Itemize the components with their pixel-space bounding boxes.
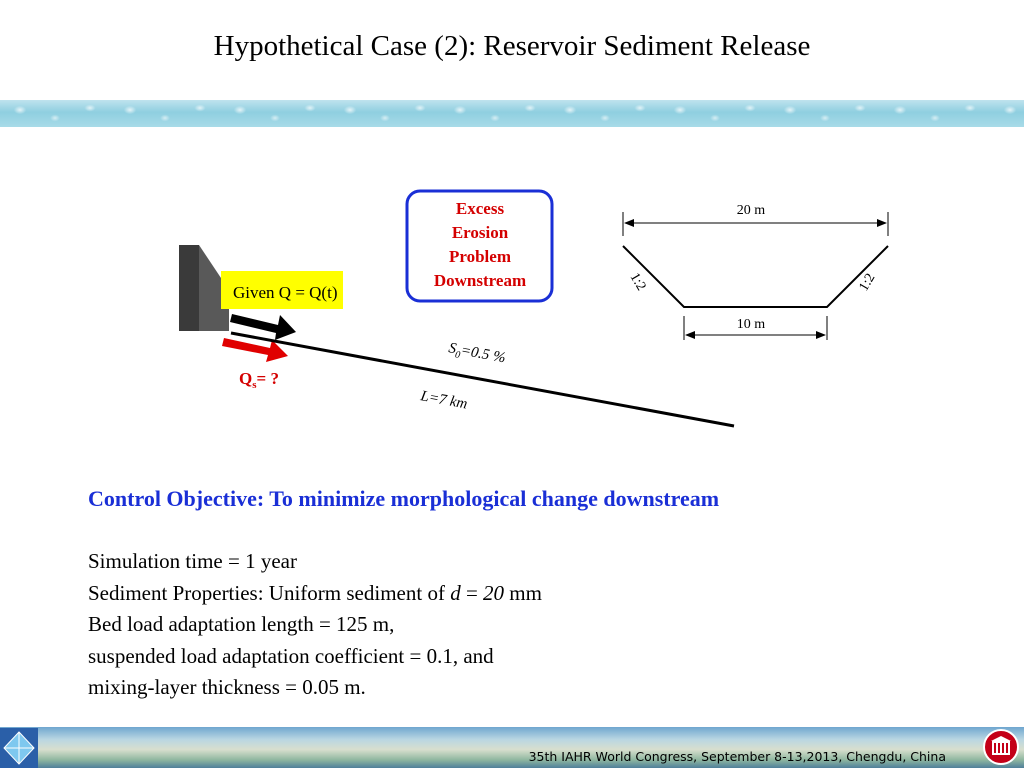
bottom-width-label: 10 m xyxy=(737,317,766,332)
excess-line-3: Problem xyxy=(449,247,511,266)
param-sediment-properties: Sediment Properties: Uniform sediment of… xyxy=(88,580,542,605)
iahr-logo-icon xyxy=(0,728,38,768)
footer-banner: 35th IAHR World Congress, September 8-13… xyxy=(0,727,1024,768)
footer-text: 35th IAHR World Congress, September 8-13… xyxy=(528,749,946,764)
control-objective: Control Objective: To minimize morpholog… xyxy=(88,486,720,511)
channel-cross-section xyxy=(622,245,889,308)
param-mixing-layer: mixing-layer thickness = 0.05 m. xyxy=(88,675,366,699)
slope-label: S0=0.5 % xyxy=(447,340,507,369)
param-simulation-time: Simulation time = 1 year xyxy=(88,549,297,573)
excess-line-4: Downstream xyxy=(434,271,526,290)
excess-line-1: Excess xyxy=(456,199,505,218)
qs-label: Qs= ? xyxy=(239,369,279,391)
top-width-label: 20 m xyxy=(737,203,766,218)
left-slope-label: 1:2 xyxy=(627,271,649,294)
param-bed-load: Bed load adaptation length = 125 m, xyxy=(88,612,395,636)
length-label: L=7 km xyxy=(418,388,468,413)
param-suspended-load: suspended load adaptation coefficient = … xyxy=(88,643,494,668)
excess-line-2: Erosion xyxy=(452,223,509,242)
university-seal-icon xyxy=(983,729,1019,765)
simulation-parameters: Simulation time = 1 year Sediment Proper… xyxy=(88,546,542,704)
given-q-label: Given Q = Q(t) xyxy=(233,283,337,302)
